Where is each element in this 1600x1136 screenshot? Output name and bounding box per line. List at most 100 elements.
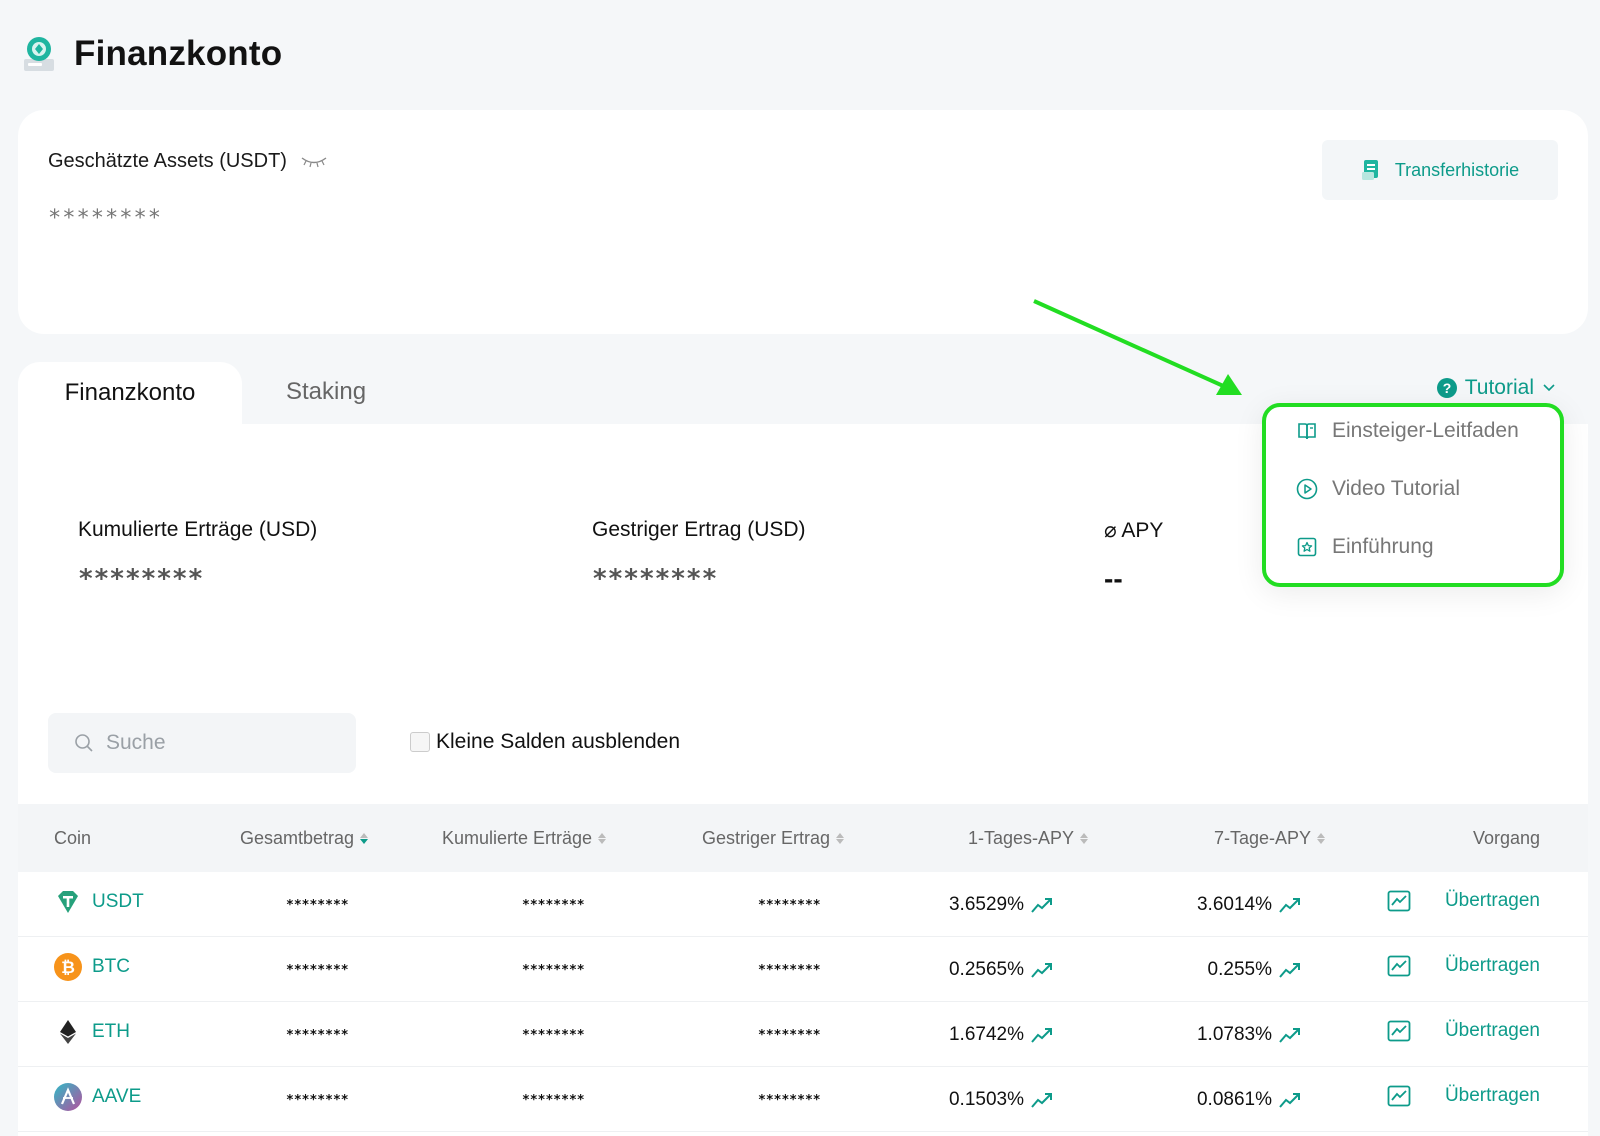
estimated-assets-label-row: Geschätzte Assets (USDT) (48, 150, 327, 173)
column-header-action: Vorgang (1473, 828, 1540, 849)
usdt-coin-icon (54, 888, 82, 916)
column-header-label: Kumulierte Erträge (442, 828, 593, 848)
menu-item-label: Einsteiger-Leitfaden (1332, 419, 1519, 442)
search-field[interactable] (48, 713, 356, 773)
column-header-cumulative[interactable]: Kumulierte Erträge (442, 828, 607, 849)
cumulative-earnings: ******** (522, 1093, 585, 1108)
table-header: Coin Gesamtbetrag Kumulierte Erträge Ges… (18, 804, 1588, 872)
trend-chart-icon[interactable] (1278, 961, 1302, 979)
apy-7day: 0.255% (1208, 959, 1302, 981)
action-cell: Übertragen (1387, 890, 1540, 912)
coin-cell[interactable]: USDT (54, 888, 144, 916)
total-amount: ******** (286, 963, 349, 978)
transfer-history-label: Transferhistorie (1394, 159, 1520, 180)
transfer-history-button[interactable]: Transferhistorie (1322, 140, 1558, 200)
tutorial-label: Tutorial (1464, 376, 1534, 399)
line-chart-icon[interactable] (1387, 955, 1411, 977)
hide-small-balances-toggle[interactable]: Kleine Salden ausblenden (410, 730, 680, 754)
action-cell: Übertragen (1387, 1020, 1540, 1042)
apy-7day-value: 0.0861% (1196, 1089, 1272, 1110)
tutorial-dropdown-menu: Einsteiger-Leitfaden Video Tutorial Einf… (1262, 403, 1564, 587)
trend-chart-icon[interactable] (1278, 896, 1302, 914)
trend-chart-icon[interactable] (1030, 1026, 1054, 1044)
eye-closed-icon[interactable] (301, 155, 327, 169)
trend-chart-icon[interactable] (1278, 1026, 1302, 1044)
average-apy-value: -- (1104, 563, 1123, 594)
total-amount: ******** (286, 1093, 349, 1108)
trend-chart-icon[interactable] (1030, 1091, 1054, 1109)
menu-item-introduction[interactable]: Einführung (1296, 535, 1434, 559)
line-chart-icon[interactable] (1387, 1020, 1411, 1042)
trend-chart-icon[interactable] (1030, 961, 1054, 979)
action-cell: Übertragen (1387, 955, 1540, 977)
cumulative-earnings-value: ******** (78, 564, 204, 594)
trend-chart-icon[interactable] (1278, 1091, 1302, 1109)
svg-text:₿: ₿ (61, 958, 75, 978)
btc-coin-icon: ₿ (54, 953, 82, 981)
coin-cell[interactable]: ETH (54, 1018, 130, 1046)
tab-staking[interactable]: Staking (286, 378, 366, 406)
svg-text:?: ? (1442, 380, 1451, 396)
yesterday-earnings: ******** (758, 898, 821, 913)
column-header-label: 7-Tage-APY (1214, 828, 1312, 848)
yesterday-earnings-label: Gestriger Ertrag (USD) (592, 518, 806, 541)
coin-symbol: AAVE (92, 1086, 142, 1107)
yesterday-earnings-value: ******** (592, 564, 718, 594)
transfer-link[interactable]: Übertragen (1445, 1085, 1540, 1107)
tab-label: Finanzkonto (64, 379, 196, 406)
hide-small-balances-label: Kleine Salden ausblenden (436, 730, 681, 753)
apy-1day-value: 3.6529% (948, 894, 1024, 915)
star-badge-icon (1296, 536, 1318, 558)
action-cell: Übertragen (1387, 1085, 1540, 1107)
average-apy-label: ⌀ APY (1104, 519, 1164, 542)
line-chart-icon[interactable] (1387, 1085, 1411, 1107)
play-circle-icon (1296, 478, 1318, 500)
column-header-apy1[interactable]: 1-Tages-APY (968, 828, 1089, 849)
sort-icon (836, 833, 845, 844)
search-icon (74, 733, 94, 753)
document-icon (1361, 158, 1383, 182)
column-header-total[interactable]: Gesamtbetrag (240, 828, 369, 849)
apy-1day-value: 1.6742% (948, 1024, 1024, 1045)
question-circle-icon: ? (1436, 378, 1457, 398)
apy-7day: 3.6014% (1197, 894, 1302, 916)
trend-chart-icon[interactable] (1030, 896, 1054, 914)
sort-icon (1317, 833, 1326, 844)
estimated-assets-card: Geschätzte Assets (USDT) ******** Transf… (18, 110, 1588, 334)
column-header-apy7[interactable]: 7-Tage-APY (1214, 828, 1326, 849)
apy-1day: 3.6529% (949, 894, 1054, 916)
column-header-coin: Coin (54, 828, 91, 849)
total-amount: ******** (286, 898, 349, 913)
transfer-link[interactable]: Übertragen (1445, 955, 1540, 977)
column-header-yesterday[interactable]: Gestriger Ertrag (702, 828, 845, 849)
table-row-btc: ₿ BTC ******** ******** ******** 0.2565%… (18, 937, 1588, 1002)
apy-7day-value: 1.0783% (1196, 1024, 1272, 1045)
sort-icon (1080, 833, 1089, 844)
search-input[interactable] (106, 731, 326, 755)
transfer-link[interactable]: Übertragen (1445, 890, 1540, 912)
tutorial-dropdown-trigger[interactable]: ? Tutorial (1436, 376, 1556, 400)
cumulative-earnings: ******** (522, 1028, 585, 1043)
estimated-assets-label: Geschätzte Assets (USDT) (48, 150, 287, 172)
tab-finanzkonto[interactable]: Finanzkonto (18, 362, 242, 424)
apy-1day: 0.1503% (949, 1089, 1054, 1111)
cumulative-earnings: ******** (522, 898, 585, 913)
hide-small-balances-checkbox[interactable] (410, 732, 430, 752)
yesterday-earnings: ******** (758, 963, 821, 978)
sort-icon (598, 833, 607, 844)
menu-item-video-tutorial[interactable]: Video Tutorial (1296, 477, 1460, 501)
table-row-usdt: USDT ******** ******** ******** 3.6529% … (18, 872, 1588, 937)
coin-symbol: BTC (92, 956, 130, 977)
menu-item-beginner-guide[interactable]: Einsteiger-Leitfaden (1296, 419, 1519, 443)
transfer-link[interactable]: Übertragen (1445, 1020, 1540, 1042)
apy-1day-value: 0.1503% (948, 1089, 1024, 1110)
coin-cell[interactable]: ₿ BTC (54, 953, 130, 981)
apy-7day: 0.0861% (1197, 1089, 1302, 1111)
apy-1day: 0.2565% (949, 959, 1054, 981)
average-apy-stat: ⌀ APY -- (1104, 518, 1163, 595)
estimated-assets-value: ******** (48, 206, 162, 231)
column-header-label: Gesamtbetrag (240, 828, 355, 848)
annotation-arrow (1033, 299, 1242, 395)
line-chart-icon[interactable] (1387, 890, 1411, 912)
coin-cell[interactable]: AAVE (54, 1083, 141, 1111)
